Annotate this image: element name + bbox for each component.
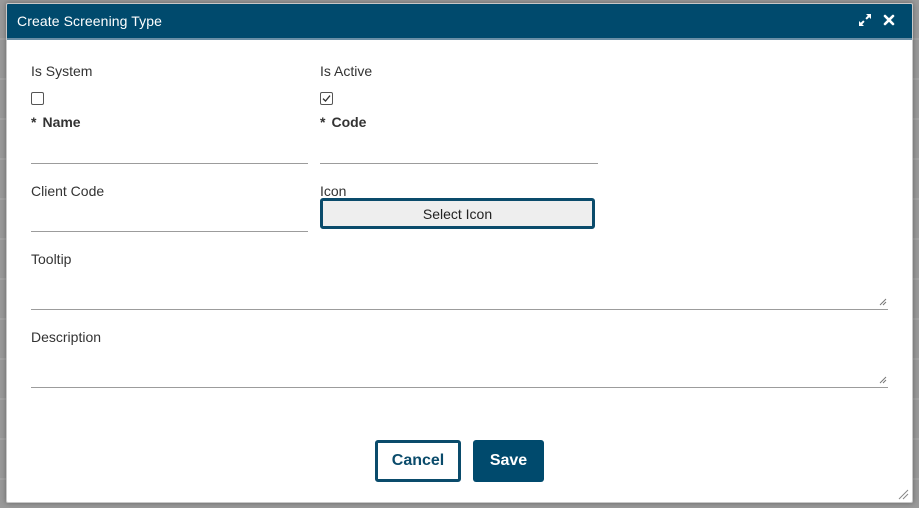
is-active-label: Is Active [320, 63, 373, 79]
select-icon-button[interactable]: Select Icon [320, 198, 595, 229]
code-label-text: Code [331, 114, 367, 130]
is-system-checkbox[interactable] [31, 92, 44, 105]
name-input[interactable] [31, 163, 308, 164]
code-label: * Code [320, 114, 366, 130]
description-label: Description [31, 329, 102, 345]
dialog-resize-icon[interactable] [897, 488, 909, 500]
code-input[interactable] [320, 163, 598, 164]
client-code-input[interactable] [31, 231, 308, 232]
tooltip-label: Tooltip [31, 251, 72, 267]
close-icon[interactable] [880, 11, 898, 29]
create-screening-type-dialog: Create Screening Type Is System Is Activ… [6, 3, 913, 503]
is-active-checkbox[interactable] [320, 92, 333, 105]
name-label: * Name [31, 114, 81, 130]
checkmark-icon [322, 95, 331, 102]
resize-grip-icon[interactable] [879, 376, 887, 384]
icon-label: Icon [320, 183, 347, 199]
dialog-titlebar[interactable]: Create Screening Type [7, 4, 912, 40]
tooltip-textarea[interactable] [31, 309, 888, 310]
client-code-label: Client Code [31, 183, 105, 199]
description-textarea[interactable] [31, 387, 888, 388]
required-marker: * [31, 114, 37, 130]
is-system-label: Is System [31, 63, 93, 79]
save-button[interactable]: Save [473, 440, 544, 482]
name-label-text: Name [42, 114, 81, 130]
dialog-title: Create Screening Type [17, 13, 163, 29]
required-marker: * [320, 114, 326, 130]
cancel-button[interactable]: Cancel [375, 440, 461, 482]
resize-grip-icon[interactable] [879, 298, 887, 306]
expand-icon[interactable] [856, 11, 874, 29]
